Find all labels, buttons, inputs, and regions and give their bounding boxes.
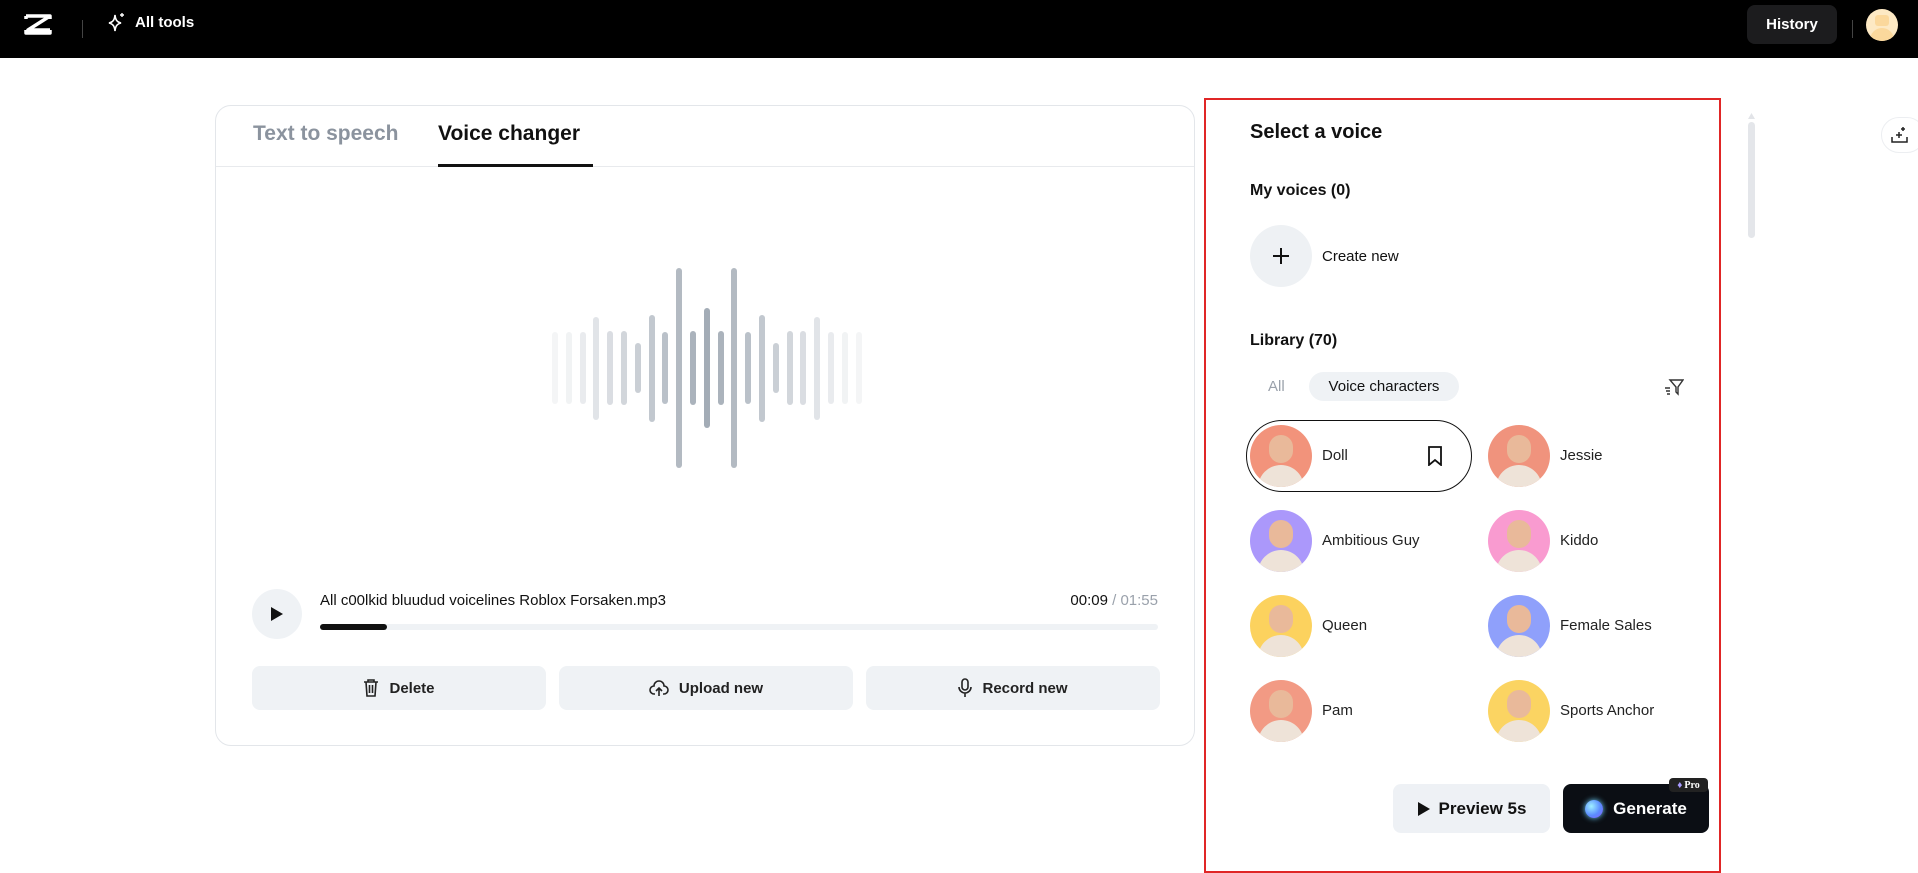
voice-avatar (1250, 595, 1312, 657)
voice-name: Queen (1322, 617, 1368, 634)
play-icon (271, 607, 283, 621)
capcut-logo-icon[interactable] (24, 13, 54, 35)
divider (1852, 20, 1853, 38)
filter-chip-voice-characters[interactable]: Voice characters (1309, 372, 1459, 401)
generate-label: Generate (1613, 798, 1687, 818)
waveform-bar (841, 332, 848, 404)
voice-avatar (1250, 680, 1312, 742)
waveform-bar (745, 332, 752, 404)
voice-name: Pam (1322, 702, 1353, 719)
waveform-bar (552, 332, 558, 404)
voice-avatar (1250, 425, 1312, 487)
pro-badge: ♦ Pro (1669, 778, 1708, 792)
all-tools-label: All tools (135, 13, 195, 31)
gem-icon: ♦ (1677, 779, 1683, 791)
waveform-bar (786, 331, 793, 405)
waveform-bar (634, 343, 641, 393)
delete-button[interactable]: Delete (252, 666, 546, 710)
voice-name: Jessie (1560, 447, 1603, 464)
voice-name: Doll (1322, 447, 1348, 464)
waveform-bar (731, 268, 738, 468)
trash-icon (364, 679, 379, 697)
waveform-bar (800, 331, 807, 405)
history-button[interactable]: History (1747, 5, 1837, 44)
audio-progress-fill (320, 624, 388, 630)
panel-title: Select a voice (1250, 121, 1383, 143)
cloud-upload-icon (649, 680, 669, 696)
voice-avatar (1488, 680, 1550, 742)
play-button[interactable] (252, 589, 302, 639)
scroll-up-arrow[interactable] (1748, 106, 1755, 119)
divider (82, 20, 83, 38)
tab-text-to-speech[interactable]: Text to speech (253, 122, 398, 146)
floating-tool-button[interactable] (1881, 117, 1918, 153)
tab-voice-changer[interactable]: Voice changer (438, 122, 580, 146)
waveform-bar (703, 308, 710, 428)
waveform-bar (579, 332, 586, 404)
record-new-label: Record new (982, 679, 1068, 697)
preview-label: Preview 5s (1438, 798, 1527, 818)
library-heading: Library (70) (1250, 332, 1338, 349)
voice-name: Ambitious Guy (1322, 532, 1420, 549)
waveform-bar (565, 332, 572, 404)
voice-avatar (1488, 425, 1550, 487)
all-tools-button[interactable]: All tools (107, 12, 194, 32)
user-avatar[interactable] (1866, 9, 1898, 41)
voice-name: Sports Anchor (1560, 702, 1655, 719)
generate-orb-icon (1585, 799, 1604, 818)
preview-button[interactable]: Preview 5s (1393, 784, 1550, 833)
upload-new-button[interactable]: Upload new (559, 666, 853, 710)
waveform-bar (662, 332, 669, 404)
voice-avatar (1250, 510, 1312, 572)
scrollbar-thumb[interactable] (1748, 122, 1755, 238)
waveform-bar (855, 332, 862, 404)
create-new-label: Create new (1322, 247, 1399, 265)
waveform-bar (593, 316, 600, 420)
voice-avatar (1488, 510, 1550, 572)
active-tab-indicator (438, 164, 593, 167)
filter-chip-all[interactable]: All (1268, 378, 1285, 395)
waveform-bar (717, 331, 724, 405)
waveform-bar (607, 331, 614, 405)
waveform-bar (676, 268, 683, 468)
my-voices-heading: My voices (0) (1250, 182, 1351, 199)
bookmark-icon[interactable] (1427, 446, 1443, 466)
waveform-bar (814, 316, 821, 420)
play-icon (1417, 801, 1430, 816)
waveform-bar (828, 332, 834, 404)
sparkle-inbox-icon (1891, 127, 1908, 143)
waveform-bar (772, 343, 779, 393)
voice-name: Kiddo (1560, 532, 1599, 549)
sparkle-icon (108, 13, 124, 32)
audio-filename: All c00lkid bluudud voicelines Roblox Fo… (320, 592, 667, 609)
microphone-icon (958, 678, 973, 697)
voice-avatar (1488, 595, 1550, 657)
total-time: / 01:55 (1112, 592, 1158, 609)
audio-progress-bar[interactable] (320, 624, 1158, 630)
waveform-bar (690, 331, 696, 405)
create-new-voice-button[interactable]: Create new (1250, 225, 1399, 287)
waveform-bar (759, 314, 765, 422)
current-time: 00:09 (1070, 592, 1108, 609)
plus-icon (1250, 225, 1312, 287)
audio-time: 00:09 / 01:55 (1070, 592, 1158, 609)
pro-badge-label: Pro (1684, 779, 1700, 791)
waveform-bar (648, 314, 655, 422)
voice-name: Female Sales (1560, 617, 1652, 634)
tab-divider (216, 166, 1194, 167)
filter-icon[interactable] (1664, 377, 1684, 397)
upload-new-label: Upload new (678, 679, 764, 697)
record-new-button[interactable]: Record new (866, 666, 1160, 710)
delete-label: Delete (389, 679, 435, 697)
waveform-bar (621, 331, 627, 405)
top-bar: All tools History (0, 0, 1918, 58)
